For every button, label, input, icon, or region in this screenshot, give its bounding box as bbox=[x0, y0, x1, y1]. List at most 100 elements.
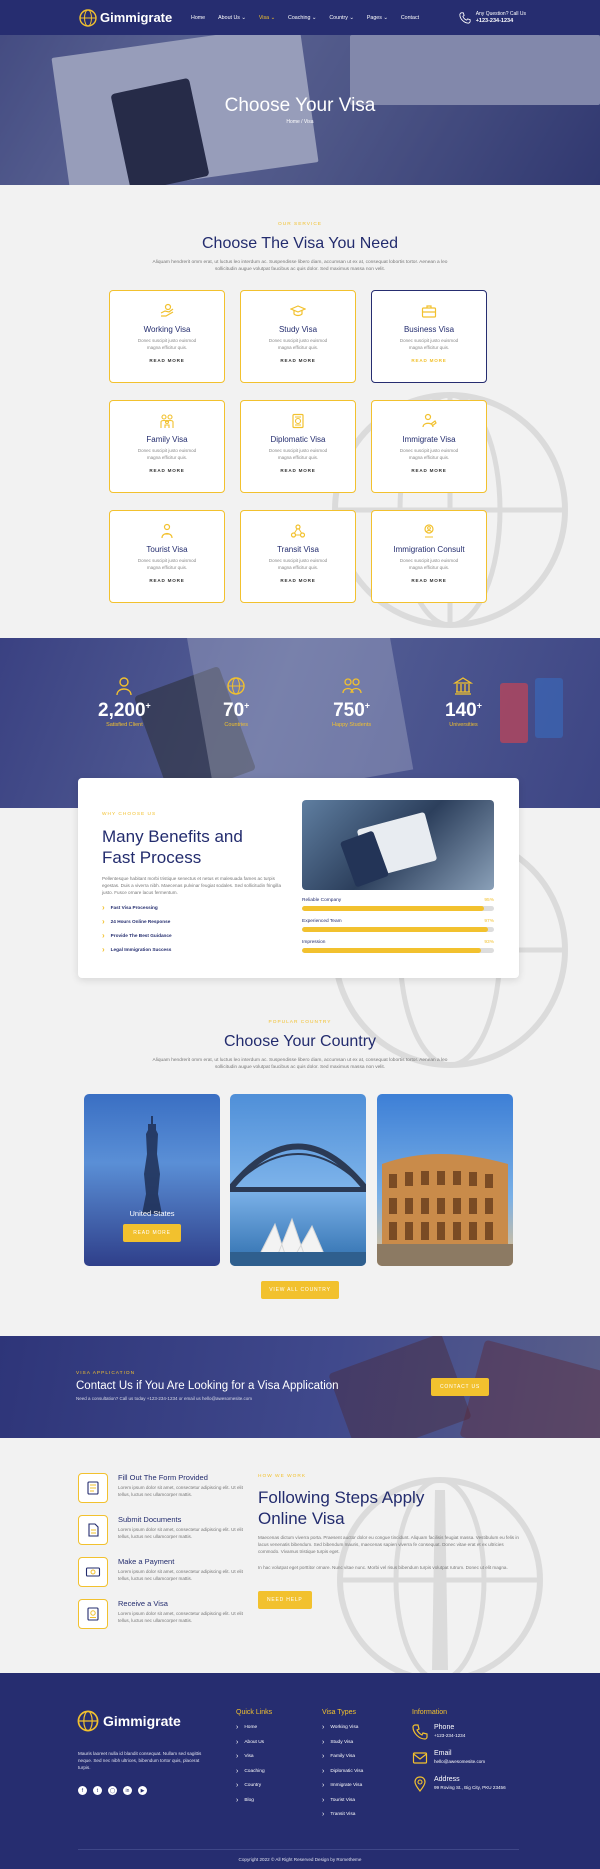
read-more-link[interactable]: READ MORE bbox=[241, 468, 355, 473]
footer-link[interactable]: Transit Visa bbox=[322, 1811, 363, 1818]
visa-card-title: Transit Visa bbox=[277, 545, 319, 554]
countries-eyebrow: POPULAR COUNTRY bbox=[268, 1020, 332, 1025]
footer-link[interactable]: Blog bbox=[236, 1797, 272, 1804]
view-all-country-button[interactable]: VIEW ALL COUNTRY bbox=[261, 1281, 339, 1299]
visa-card-diplomatic[interactable]: Diplomatic Visa Donec suscipit justo eui… bbox=[240, 400, 356, 493]
instagram-icon[interactable]: ◯ bbox=[108, 1786, 117, 1795]
footer-link[interactable]: Family Visa bbox=[322, 1753, 363, 1760]
stat-number: 750 bbox=[333, 700, 365, 721]
contact-us-button[interactable]: CONTACT US bbox=[431, 1378, 490, 1396]
footer-link[interactable]: About Us bbox=[236, 1739, 272, 1746]
youtube-icon[interactable]: ▶ bbox=[138, 1786, 147, 1795]
footer-logo[interactable]: Gimmigrate bbox=[76, 1709, 181, 1733]
countries-title: Choose Your Country bbox=[223, 1033, 377, 1050]
progress-label: Reliable Company bbox=[302, 898, 342, 903]
footer-link[interactable]: Visa bbox=[236, 1753, 272, 1760]
country-card-australia[interactable] bbox=[230, 1094, 366, 1266]
info-value[interactable]: +123-234-1234 bbox=[434, 1733, 465, 1738]
nav-item-country[interactable]: Country ⌄ bbox=[329, 15, 353, 21]
visa-card-study[interactable]: Study Visa Donec suscipit justo euismod … bbox=[240, 290, 356, 383]
information-column: Information Phone +123-234-1234 Email hell… bbox=[412, 1709, 506, 1802]
footer-link[interactable]: Working Visa bbox=[322, 1724, 363, 1731]
chevron-down-icon: ⌄ bbox=[349, 14, 354, 21]
cta-banner: VISA APPLICATION Contact Us if You Are L… bbox=[0, 1336, 600, 1438]
facebook-icon[interactable]: f bbox=[78, 1786, 87, 1795]
footer-link[interactable]: Study Visa bbox=[322, 1739, 363, 1746]
progress-fill bbox=[302, 927, 489, 932]
services-title: Choose The Visa You Need bbox=[201, 235, 398, 252]
progress-fill bbox=[302, 948, 481, 953]
visa-types-title: Visa Types bbox=[322, 1709, 356, 1716]
visa-card-transit[interactable]: Transit Visa Donec suscipit justo euismo… bbox=[240, 510, 356, 603]
footer-link[interactable]: Coaching bbox=[236, 1768, 272, 1775]
logo-text: Gimmigrate bbox=[100, 10, 173, 25]
visa-card-family[interactable]: Family Visa Donec suscipit justo euismod… bbox=[109, 400, 225, 493]
step-title: Fill Out The Form Provided bbox=[118, 1473, 208, 1482]
form-icon bbox=[87, 1481, 99, 1495]
nav-item-visa[interactable]: Visa ⌄ bbox=[259, 15, 275, 21]
twitter-icon[interactable]: t bbox=[93, 1786, 102, 1795]
linkedin-icon[interactable]: in bbox=[123, 1786, 132, 1795]
visa-card-immigrate[interactable]: Immigrate Visa Donec suscipit justo euis… bbox=[371, 400, 487, 493]
read-more-link[interactable]: READ MORE bbox=[241, 358, 355, 363]
benefits-list: Fast Visa Processing 24 Hours Online Res… bbox=[102, 903, 172, 959]
family-icon bbox=[160, 414, 174, 428]
visa-card-working[interactable]: Working Visa Donec suscipit justo euismo… bbox=[109, 290, 225, 383]
visa-card-business[interactable]: Business Visa Donec suscipit justo euism… bbox=[371, 290, 487, 383]
progress-value: 95% bbox=[484, 898, 494, 903]
footer-link[interactable]: Home bbox=[236, 1724, 272, 1731]
students-icon bbox=[341, 678, 362, 694]
footer-link[interactable]: Diplomatic Visa bbox=[322, 1768, 363, 1775]
breadcrumb[interactable]: Home / Visa bbox=[0, 119, 600, 125]
site-header: Gimmigrate Home About Us ⌄ Visa ⌄ Coachi… bbox=[0, 0, 600, 35]
need-help-button[interactable]: NEED HELP bbox=[258, 1591, 312, 1609]
read-more-link[interactable]: READ MORE bbox=[110, 358, 224, 363]
footer-divider bbox=[78, 1849, 519, 1850]
visa-card-desc: Donec suscipit justo euismod magna effic… bbox=[268, 558, 328, 570]
read-more-link[interactable]: READ MORE bbox=[110, 578, 224, 583]
country-card-italy[interactable] bbox=[377, 1094, 513, 1266]
nav-item-about-us[interactable]: About Us ⌄ bbox=[218, 15, 246, 21]
visa-card-title: Study Visa bbox=[278, 325, 318, 334]
location-pin-icon bbox=[414, 1776, 426, 1792]
read-more-link[interactable]: READ MORE bbox=[110, 468, 224, 473]
visa-card-tourist[interactable]: Tourist Visa Donec suscipit justo euismo… bbox=[109, 510, 225, 603]
read-more-link[interactable]: READ MORE bbox=[372, 578, 486, 583]
hero-banner: Choose Your Visa Home / Visa bbox=[0, 35, 600, 185]
benefits-eyebrow: WHY CHOOSE US bbox=[102, 812, 157, 817]
read-more-button[interactable]: READ MORE bbox=[123, 1224, 181, 1242]
stat-countries: 70+ Countries bbox=[223, 676, 249, 728]
nav-item-coaching[interactable]: Coaching ⌄ bbox=[288, 15, 316, 21]
copyright: Copyright 2022 © All Right Reserved Desi… bbox=[238, 1857, 362, 1862]
visa-card-title: Immigrate Visa bbox=[402, 435, 456, 444]
chevron-down-icon: ⌄ bbox=[270, 14, 276, 21]
cta-sub: Need a consultation? Call us today +123-… bbox=[76, 1396, 253, 1401]
footer-link[interactable]: Tourist Visa bbox=[322, 1797, 363, 1804]
step-desc: Lorem ipsum dolor sit amet, consectetur … bbox=[118, 1569, 243, 1581]
footer-logo-text: Gimmigrate bbox=[103, 1713, 181, 1729]
graduation-cap-icon bbox=[290, 305, 306, 317]
stat-label: Universities bbox=[449, 722, 478, 728]
nav-item-pages[interactable]: Pages ⌄ bbox=[367, 15, 388, 21]
nav-item-contact[interactable]: Contact bbox=[401, 15, 419, 21]
read-more-link[interactable]: READ MORE bbox=[241, 578, 355, 583]
nav-item-home[interactable]: Home bbox=[191, 15, 205, 21]
visa-card-desc: Donec suscipit justo euismod magna effic… bbox=[399, 448, 459, 460]
quick-links-title: Quick Links bbox=[236, 1709, 273, 1716]
info-value[interactable]: hello@awesomesite.com bbox=[434, 1759, 485, 1764]
read-more-link[interactable]: READ MORE bbox=[372, 358, 486, 363]
country-card-united-states[interactable]: United States READ MORE bbox=[84, 1094, 220, 1266]
benefits-card: WHY CHOOSE US Many Benefits and Fast Pro… bbox=[78, 778, 519, 978]
visa-card-consult[interactable]: Immigration Consult Donec suscipit justo… bbox=[371, 510, 487, 603]
call-number: +123-234-1234 bbox=[475, 17, 514, 24]
info-label: Phone bbox=[434, 1724, 455, 1731]
social-links: f t ◯ in ▶ bbox=[78, 1786, 153, 1795]
logo[interactable]: Gimmigrate bbox=[78, 8, 178, 28]
benefit-item: 24 Hours Online Response bbox=[102, 917, 172, 926]
progress-value: 93% bbox=[484, 940, 494, 945]
read-more-link[interactable]: READ MORE bbox=[372, 468, 486, 473]
stat-students: 750+ Happy Students bbox=[332, 676, 371, 728]
call-box[interactable]: Any Question? Call Us +123-234-1234 bbox=[459, 11, 526, 25]
footer-link[interactable]: Country bbox=[236, 1782, 272, 1789]
footer-link[interactable]: Immigrate Visa bbox=[322, 1782, 363, 1789]
